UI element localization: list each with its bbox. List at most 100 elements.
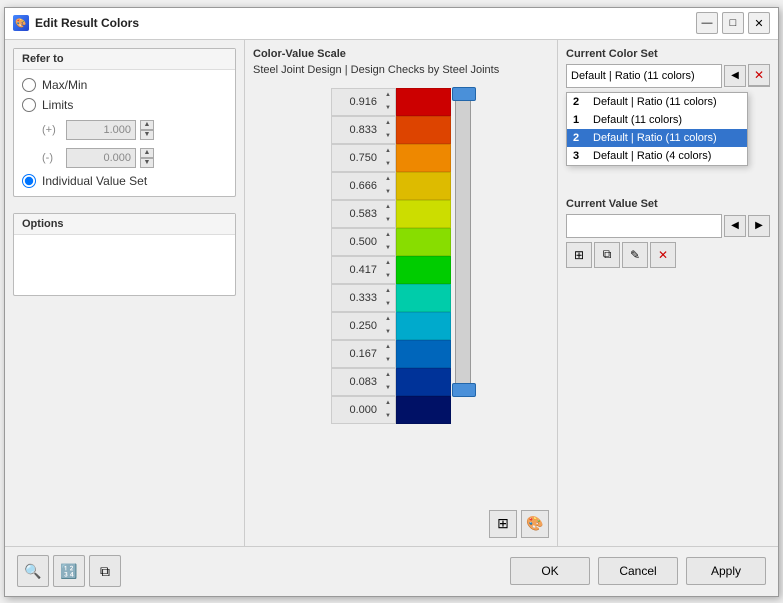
scale-down-6[interactable]: ▼ (381, 270, 395, 283)
color-set-selected-value: Default | Ratio (11 colors) (571, 70, 695, 82)
color-block-9[interactable] (396, 340, 451, 368)
scale-value-10: 0.083 (331, 368, 381, 396)
limits-radio-item[interactable]: Limits (22, 98, 227, 112)
minus-value-input[interactable] (66, 148, 136, 168)
slider-container (455, 88, 471, 396)
plus-up-arrow[interactable]: ▲ (140, 120, 154, 130)
scale-down-4[interactable]: ▼ (381, 214, 395, 227)
scale-up-11[interactable]: ▲ (381, 397, 395, 410)
scale-down-0[interactable]: ▼ (381, 102, 395, 115)
individual-radio[interactable] (22, 174, 36, 188)
color-block-2[interactable] (396, 144, 451, 172)
scale-down-10[interactable]: ▼ (381, 382, 395, 395)
minimize-button[interactable]: — (696, 12, 718, 34)
scale-up-8[interactable]: ▲ (381, 313, 395, 326)
scale-up-9[interactable]: ▲ (381, 341, 395, 354)
scale-up-3[interactable]: ▲ (381, 173, 395, 186)
cvs-select-row: ◀ ▶ (566, 214, 770, 238)
plus-label: (+) (42, 124, 62, 136)
color-block-6[interactable] (396, 256, 451, 284)
scale-up-0[interactable]: ▲ (381, 89, 395, 102)
search-icon-btn[interactable]: 🔍 (17, 555, 49, 587)
scale-row: 0.750 ▲ ▼ (331, 144, 451, 172)
scale-value-6: 0.417 (331, 256, 381, 284)
cvs-copy-btn[interactable]: ⊞ (566, 242, 592, 268)
copy-icon-btn[interactable]: ⧉ (89, 555, 121, 587)
scale-value-2: 0.750 (331, 144, 381, 172)
current-color-set-title: Current Color Set (566, 48, 770, 60)
scale-down-7[interactable]: ▼ (381, 298, 395, 311)
scale-row: 0.417 ▲ ▼ (331, 256, 451, 284)
scale-arrows-2: ▲ ▼ (381, 144, 396, 172)
cvs-edit-btn[interactable]: ✎ (622, 242, 648, 268)
color-block-8[interactable] (396, 312, 451, 340)
cancel-button[interactable]: Cancel (598, 557, 678, 585)
color-set-dropdown-container: Default | Ratio (11 colors) ◀ ▶ 2Default… (566, 64, 770, 88)
value-icon-btn[interactable]: 🔢 (53, 555, 85, 587)
scale-up-2[interactable]: ▲ (381, 145, 395, 158)
cvs-select-box[interactable] (566, 214, 722, 238)
palette-icon-btn[interactable]: 🎨 (521, 510, 549, 538)
cvs-next-btn[interactable]: ▶ (748, 215, 770, 237)
scale-down-1[interactable]: ▼ (381, 130, 395, 143)
scale-up-7[interactable]: ▲ (381, 285, 395, 298)
color-set-close-btn[interactable]: ✕ (748, 64, 770, 86)
minus-up-arrow[interactable]: ▲ (140, 148, 154, 158)
color-set-prev-btn[interactable]: ◀ (724, 65, 746, 87)
scale-arrows-10: ▲ ▼ (381, 368, 396, 396)
scale-up-5[interactable]: ▲ (381, 229, 395, 242)
maxmin-radio-item[interactable]: Max/Min (22, 78, 227, 92)
plus-value-input[interactable] (66, 120, 136, 140)
individual-radio-item[interactable]: Individual Value Set (22, 174, 227, 188)
scale-up-1[interactable]: ▲ (381, 117, 395, 130)
color-set-select-box[interactable]: Default | Ratio (11 colors) (566, 64, 722, 88)
scale-down-5[interactable]: ▼ (381, 242, 395, 255)
color-block-11[interactable] (396, 396, 451, 424)
slider-handle-bottom[interactable] (452, 383, 476, 397)
color-set-select-row: Default | Ratio (11 colors) ◀ ▶ (566, 64, 770, 88)
scale-value-9: 0.167 (331, 340, 381, 368)
dropdown-item-0[interactable]: 2Default | Ratio (11 colors) (567, 93, 747, 111)
dropdown-item-2[interactable]: 2Default | Ratio (11 colors) (567, 129, 747, 147)
minus-down-arrow[interactable]: ▼ (140, 158, 154, 168)
plus-down-arrow[interactable]: ▼ (140, 130, 154, 140)
limits-label: Limits (42, 98, 73, 112)
footer-left: 🔍 🔢 ⧉ (17, 555, 121, 587)
scale-down-9[interactable]: ▼ (381, 354, 395, 367)
scale-value-4: 0.583 (331, 200, 381, 228)
color-block-0[interactable] (396, 88, 451, 116)
scale-up-4[interactable]: ▲ (381, 201, 395, 214)
color-block-5[interactable] (396, 228, 451, 256)
dropdown-item-3[interactable]: 3Default | Ratio (4 colors) (567, 147, 747, 165)
scale-row: 0.167 ▲ ▼ (331, 340, 451, 368)
scale-value-11: 0.000 (331, 396, 381, 424)
refer-to-section: Refer to Max/Min Limits (+) (13, 48, 236, 197)
cvs-prev-btn[interactable]: ◀ (724, 215, 746, 237)
scale-up-6[interactable]: ▲ (381, 257, 395, 270)
slider-handle-top[interactable] (452, 87, 476, 101)
maxmin-radio[interactable] (22, 78, 36, 92)
ok-button[interactable]: OK (510, 557, 590, 585)
scale-down-8[interactable]: ▼ (381, 326, 395, 339)
grid-icon-btn[interactable]: ⊞ (489, 510, 517, 538)
scale-down-2[interactable]: ▼ (381, 158, 395, 171)
scale-arrows-11: ▲ ▼ (381, 396, 396, 424)
cvs-delete-btn[interactable]: ✕ (650, 242, 676, 268)
scale-arrows-0: ▲ ▼ (381, 88, 396, 116)
color-block-10[interactable] (396, 368, 451, 396)
apply-button[interactable]: Apply (686, 557, 766, 585)
color-block-4[interactable] (396, 200, 451, 228)
maximize-button[interactable]: □ (722, 12, 744, 34)
dropdown-item-1[interactable]: 1Default (11 colors) (567, 111, 747, 129)
color-block-1[interactable] (396, 116, 451, 144)
minus-input-row: (-) ▲ ▼ (42, 148, 227, 168)
scale-down-11[interactable]: ▼ (381, 410, 395, 423)
scale-down-3[interactable]: ▼ (381, 186, 395, 199)
cvs-duplicate-btn[interactable]: ⧉ (594, 242, 620, 268)
radio-group: Max/Min Limits (+) ▲ ▼ (22, 78, 227, 188)
scale-up-10[interactable]: ▲ (381, 369, 395, 382)
limits-radio[interactable] (22, 98, 36, 112)
close-button[interactable]: ✕ (748, 12, 770, 34)
color-block-7[interactable] (396, 284, 451, 312)
color-block-3[interactable] (396, 172, 451, 200)
